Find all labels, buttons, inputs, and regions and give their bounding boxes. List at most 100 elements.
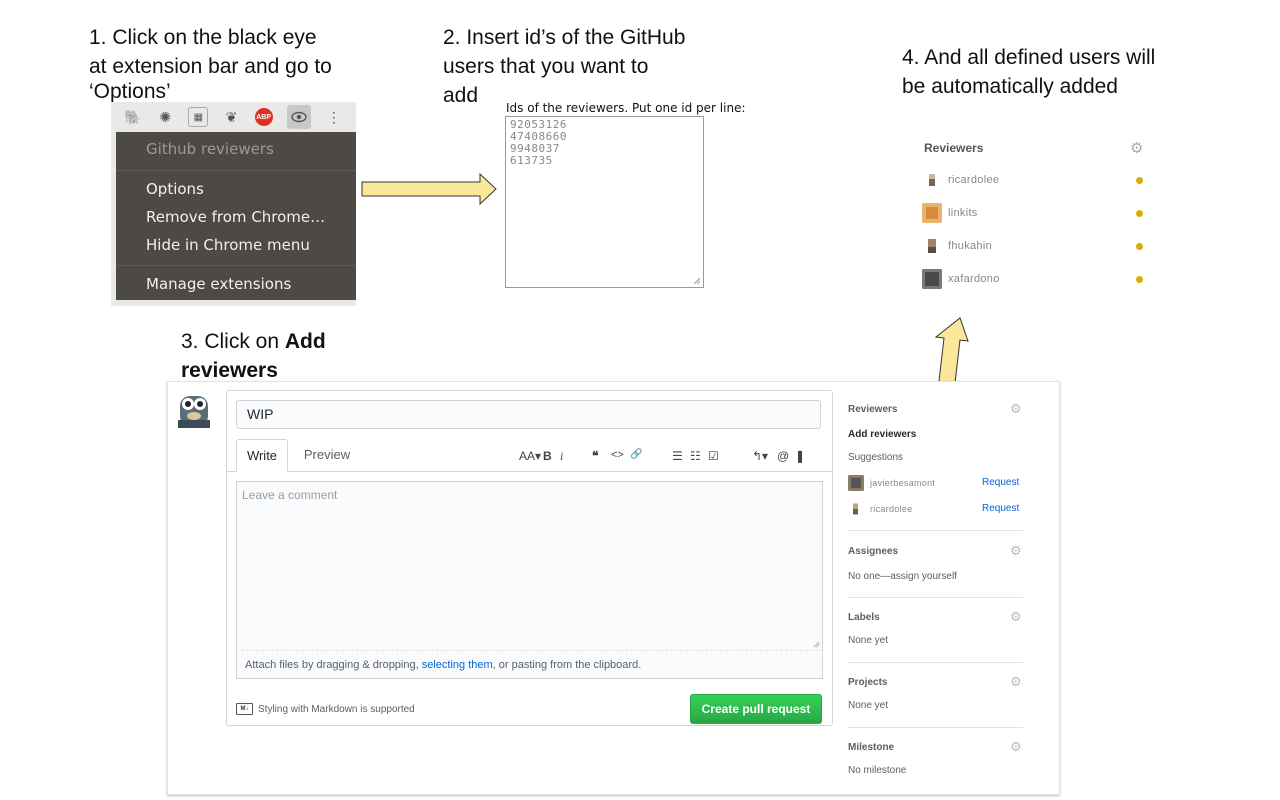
assignees-heading[interactable]: Assignees <box>848 546 898 557</box>
menu-item-hide[interactable]: Hide in Chrome menu <box>146 236 310 254</box>
eye-icon[interactable] <box>286 105 311 129</box>
select-files-link[interactable]: selecting them <box>422 659 493 671</box>
request-review-link[interactable]: Request <box>982 477 1019 488</box>
suggestion-row: javierbesamont <box>848 475 935 491</box>
tab-preview[interactable]: Preview <box>297 439 357 471</box>
bulleted-list-icon[interactable]: ☰ <box>672 449 683 463</box>
step1-instructions: 1. Click on the black eye at extension b… <box>89 23 332 103</box>
menu-extension-name: Github reviewers <box>146 140 274 158</box>
gear-icon[interactable]: ⚙ <box>1010 609 1022 625</box>
task-list-icon[interactable]: ☑ <box>708 449 719 463</box>
github-pr-form: WIP Write Preview AA▾ B i ❝ <> 🔗 ☰ ☷ ☑ ↰… <box>167 381 1060 795</box>
avatar <box>922 269 942 289</box>
suggestion-row: ricardolee <box>848 501 913 517</box>
quote-icon[interactable]: ❝ <box>592 449 598 463</box>
suggested-reviewer-name: ricardolee <box>870 504 913 514</box>
bookmark-icon[interactable]: ❚ <box>795 449 805 463</box>
suggested-reviewer-name: javierbesamont <box>870 478 936 488</box>
reviewers-heading[interactable]: Reviewers <box>848 404 897 415</box>
avatar <box>922 170 942 190</box>
reviewer-id: 613735 <box>510 154 553 167</box>
link-icon[interactable]: 🔗 <box>630 449 642 460</box>
result-reviewer-row: xafardono <box>922 269 1000 289</box>
menu-divider <box>116 170 356 171</box>
code-icon[interactable]: <> <box>611 449 624 461</box>
editor-tabs: Write Preview AA▾ B i ❝ <> 🔗 ☰ ☷ ☑ ↰▾ @ … <box>227 439 832 472</box>
labels-value: None yet <box>848 635 889 646</box>
numbered-list-icon[interactable]: ☷ <box>690 449 701 463</box>
result-reviewers-title: Reviewers <box>924 141 984 155</box>
sidebar-divider <box>848 727 1023 728</box>
options-label: Ids of the reviewers. Put one id per lin… <box>506 101 746 115</box>
gear-icon[interactable]: ⚙ <box>1010 674 1022 690</box>
tab-write[interactable]: Write <box>236 439 288 472</box>
milestone-value: No milestone <box>848 765 907 776</box>
step4-instructions: 4. And all defined users will be automat… <box>902 43 1155 101</box>
reviewer-name: linkits <box>948 207 978 219</box>
comment-box: WIP Write Preview AA▾ B i ❝ <> 🔗 ☰ ☷ ☑ ↰… <box>226 390 833 726</box>
pr-title-input[interactable]: WIP <box>236 400 821 429</box>
menu-item-options[interactable]: Options <box>146 180 204 198</box>
menu-divider <box>116 265 356 266</box>
bold-icon[interactable]: B <box>543 449 552 463</box>
add-reviewers-label[interactable]: Add reviewers <box>848 429 916 440</box>
step3-instructions: 3. Click on Add reviewers <box>181 327 381 385</box>
result-reviewer-row: fhukahin <box>922 236 992 256</box>
evernote-icon[interactable]: 🐘 <box>124 108 142 126</box>
chart-icon[interactable]: ▦ <box>188 107 209 127</box>
step1-line2: at extension bar and go to <box>89 55 332 78</box>
attach-files-bar[interactable]: Attach files by dragging & dropping, sel… <box>236 651 823 679</box>
pending-status-icon <box>1136 276 1143 283</box>
extension-icon[interactable]: ✺ <box>156 108 174 126</box>
reviewer-ids-textarea[interactable]: 92053126 47408660 9948037 613735 <box>505 116 704 288</box>
request-review-link[interactable]: Request <box>982 503 1019 514</box>
create-pull-request-button[interactable]: Create pull request <box>690 694 822 724</box>
suggestions-label: Suggestions <box>848 452 904 463</box>
markdown-note-text: Styling with Markdown is supported <box>258 703 415 715</box>
italic-icon[interactable]: i <box>560 449 563 464</box>
resize-handle-icon[interactable] <box>693 277 701 285</box>
sidebar-divider <box>848 530 1023 531</box>
sidebar-divider <box>848 662 1023 663</box>
comment-textarea[interactable]: Leave a comment <box>236 481 823 651</box>
step2-line1: 2. Insert id’s of the GitHub <box>443 26 686 49</box>
menu-item-remove[interactable]: Remove from Chrome… <box>146 208 325 226</box>
reviewer-name: ricardolee <box>948 174 1000 186</box>
projects-heading[interactable]: Projects <box>848 677 887 688</box>
avatar <box>922 203 942 223</box>
resize-handle-icon[interactable] <box>813 641 820 648</box>
pending-status-icon <box>1136 210 1143 217</box>
gear-icon[interactable]: ⚙ <box>1010 739 1022 755</box>
attach-text: , or pasting from the clipboard. <box>492 659 642 671</box>
gear-icon[interactable]: ⚙ <box>1130 139 1143 157</box>
chrome-menu-screenshot: 🐘 ✺ ▦ ❦ ABP ⋮ Github reviewers Options R… <box>111 102 356 306</box>
avatar <box>922 236 942 256</box>
step3-prefix: 3. Click on <box>181 330 285 353</box>
milestone-heading[interactable]: Milestone <box>848 742 894 753</box>
step1-line3: ‘Options’ <box>89 80 171 103</box>
result-reviewer-row: ricardolee <box>922 170 999 190</box>
projects-value: None yet <box>848 700 889 711</box>
gear-icon[interactable]: ⚙ <box>1010 401 1022 417</box>
heading-icon[interactable]: AA▾ <box>519 449 541 463</box>
step4-line1: 4. And all defined users will <box>902 46 1156 69</box>
reviewer-name: xafardono <box>948 273 1000 285</box>
chrome-toolbar: 🐘 ✺ ▦ ❦ ABP ⋮ <box>111 102 356 132</box>
menu-item-manage-extensions[interactable]: Manage extensions <box>146 275 291 293</box>
step4-line2: be automatically added <box>902 75 1118 98</box>
reply-icon[interactable]: ↰▾ <box>752 449 768 463</box>
pending-status-icon <box>1136 177 1143 184</box>
gear-icon[interactable]: ⚙ <box>1010 543 1022 559</box>
adblock-icon[interactable]: ABP <box>254 108 273 126</box>
paw-icon[interactable]: ❦ <box>222 108 240 126</box>
right-arrow-icon <box>361 172 497 206</box>
mention-icon[interactable]: @ <box>777 449 789 463</box>
step1-line1: 1. Click on the black eye <box>89 26 317 49</box>
markdown-icon: M↓ <box>236 703 253 715</box>
labels-heading[interactable]: Labels <box>848 612 880 623</box>
sidebar-divider <box>848 597 1023 598</box>
assignees-value[interactable]: No one—assign yourself <box>848 571 957 582</box>
more-icon[interactable]: ⋮ <box>325 108 343 126</box>
step2-instructions: 2. Insert id’s of the GitHub users that … <box>443 23 685 110</box>
extension-dropdown: Github reviewers Options Remove from Chr… <box>116 132 356 300</box>
